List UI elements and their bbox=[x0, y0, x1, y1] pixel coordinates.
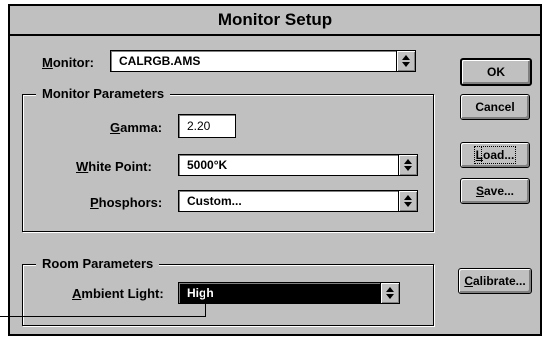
gamma-label: Gamma: bbox=[110, 120, 163, 135]
phosphors-dropdown[interactable]: Custom... bbox=[178, 190, 418, 212]
dropdown-arrow-icon[interactable] bbox=[398, 190, 418, 212]
callout-line-vertical bbox=[205, 286, 206, 317]
dropdown-arrow-icon[interactable] bbox=[398, 154, 418, 176]
title-bar[interactable]: Monitor Setup bbox=[10, 6, 540, 36]
monitor-value: CALRGB.AMS bbox=[119, 54, 201, 68]
save-button[interactable]: Save... bbox=[460, 178, 530, 204]
dropdown-arrow-icon[interactable] bbox=[396, 50, 416, 72]
load-button[interactable]: Load... bbox=[460, 142, 530, 168]
white-point-dropdown[interactable]: 5000°K bbox=[178, 154, 418, 176]
gamma-value: 2.20 bbox=[187, 119, 211, 133]
phosphors-label: Phosphors: bbox=[90, 195, 163, 210]
ambient-light-dropdown[interactable]: High bbox=[178, 282, 400, 304]
monitor-setup-dialog: Monitor Setup Monitor: CALRGB.AMS Monito… bbox=[8, 4, 542, 336]
callout-line-horizontal bbox=[0, 316, 206, 317]
ambient-light-label: Ambient Light: bbox=[72, 286, 164, 301]
white-point-label: White Point: bbox=[76, 159, 152, 174]
window-title: Monitor Setup bbox=[217, 10, 333, 29]
calibrate-button[interactable]: Calibrate... bbox=[458, 268, 532, 294]
cancel-button[interactable]: Cancel bbox=[460, 94, 530, 120]
ok-button[interactable]: OK bbox=[460, 58, 532, 86]
gamma-input[interactable]: 2.20 bbox=[178, 114, 236, 138]
monitor-parameters-label: Monitor Parameters bbox=[36, 86, 171, 101]
white-point-value: 5000°K bbox=[187, 158, 228, 172]
phosphors-value: Custom... bbox=[187, 194, 242, 208]
dropdown-arrow-icon[interactable] bbox=[380, 282, 400, 304]
ambient-light-value: High bbox=[187, 286, 214, 300]
monitor-dropdown[interactable]: CALRGB.AMS bbox=[110, 50, 416, 72]
room-parameters-label: Room Parameters bbox=[36, 256, 160, 271]
monitor-label: Monitor: bbox=[42, 55, 94, 70]
